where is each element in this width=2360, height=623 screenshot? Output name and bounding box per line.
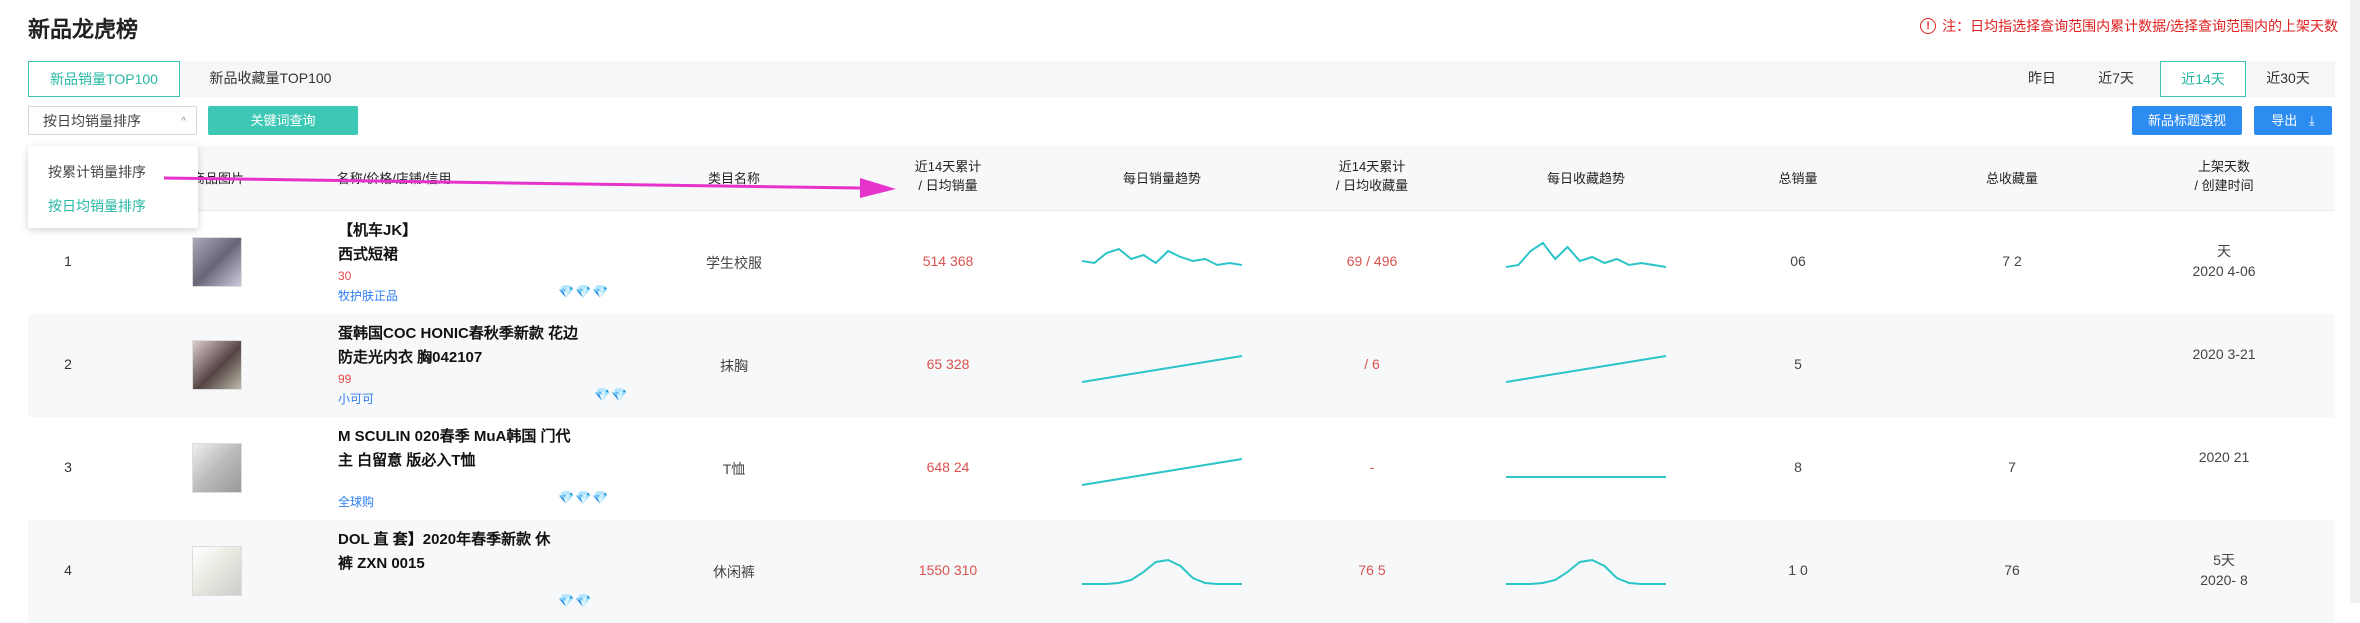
col-total-sales[interactable]: 总销量	[1778, 169, 1817, 188]
fav-value: 69 / 496	[1346, 253, 1398, 269]
credit-diamonds: 💎💎	[558, 593, 593, 608]
shop-link[interactable]: 小可可	[338, 390, 374, 407]
sales-value: 514 368	[922, 253, 974, 269]
product-price: 99	[338, 372, 352, 386]
category: 抹胸	[720, 358, 748, 374]
table-row[interactable]: 4 DOL 直 套】2020年春季新款 休裤 ZXN 0015 💎💎 休闲裤 1…	[28, 520, 2335, 623]
sparkline-path	[1506, 355, 1666, 383]
range-7d[interactable]: 近7天	[2091, 61, 2141, 95]
credit-diamonds: 💎💎💎	[558, 490, 610, 505]
sales-value: 648 24	[926, 459, 970, 475]
sparkline-path	[1506, 558, 1666, 585]
rank: 3	[64, 459, 72, 475]
shop-link[interactable]: 全球购	[338, 493, 374, 510]
annotation-arrow	[163, 176, 896, 198]
col-days-line2: / 创建时间	[2194, 178, 2254, 193]
fav-value: / 6	[1364, 356, 1380, 372]
total-sales: 5	[1794, 356, 1802, 372]
col-fav-line2: / 日均收藏量	[1335, 178, 1409, 193]
col-fav-trend: 每日收藏趋势	[1546, 171, 1626, 186]
total-sales: 06	[1790, 253, 1806, 269]
chevron-up-icon: ^	[181, 116, 186, 127]
sparkline-path	[1082, 355, 1242, 383]
fav-value: 76 5	[1358, 562, 1386, 578]
credit-diamonds: 💎💎💎	[558, 284, 610, 299]
sales-sparkline	[1082, 458, 1242, 486]
fav-value: -	[1369, 459, 1375, 475]
days-created: 2020 21	[2198, 449, 2250, 465]
sparkline-path	[1506, 241, 1666, 268]
product-name[interactable]: DOL 直 套】2020年春季新款 休裤 ZXN 0015	[338, 528, 550, 576]
category: T恤	[722, 461, 746, 477]
vertical-scrollbar[interactable]	[2350, 0, 2360, 603]
tab-fav-top100[interactable]: 新品收藏量TOP100	[198, 61, 343, 95]
product-image[interactable]	[192, 237, 242, 287]
category: 学生校服	[706, 255, 762, 271]
export-button[interactable]: 导出 ⤓	[2254, 106, 2332, 135]
total-fav: 7 2	[2002, 253, 2022, 269]
col-days-line1: 上架天数	[2197, 159, 2251, 174]
product-image[interactable]	[192, 546, 242, 596]
sales-sparkline	[1082, 355, 1242, 383]
credit-diamonds: 💎💎	[594, 387, 629, 402]
sparkline-path	[1082, 458, 1242, 486]
col-sales-line1: 近14天累计	[914, 159, 982, 174]
col-days[interactable]: 上架天数 / 创建时间	[2194, 157, 2253, 195]
table-row[interactable]: 1 【机车JK】 西式短裙 30 牧护肤正品 💎💎💎 学生校服 514 368 6…	[28, 211, 2335, 314]
total-fav: 76	[2004, 562, 2020, 578]
title-analysis-button[interactable]: 新品标题透视	[2132, 106, 2242, 135]
total-sales: 1 0	[1788, 562, 1808, 578]
col-sales-trend: 每日销量趋势	[1122, 171, 1202, 186]
sales-value: 65 328	[926, 356, 970, 372]
sparkline-path	[1082, 558, 1242, 585]
fav-sparkline	[1506, 558, 1666, 585]
dropdown-option-daily[interactable]: 按日均销量排序	[48, 196, 146, 216]
product-price: 30	[338, 269, 352, 283]
range-14d[interactable]: 近14天	[2160, 61, 2246, 97]
category: 休闲裤	[713, 564, 755, 580]
shop-link[interactable]: 牧护肤正品	[338, 287, 398, 304]
total-fav: 7	[2008, 459, 2016, 475]
tab-sales-top100[interactable]: 新品销量TOP100	[28, 61, 180, 97]
sort-select[interactable]: 按日均销量排序 ^	[28, 106, 197, 135]
page-title: 新品龙虎榜	[28, 17, 139, 42]
sales-value: 1550 310	[918, 562, 978, 578]
sales-sparkline	[1082, 558, 1242, 585]
sort-select-value: 按日均销量排序	[43, 113, 141, 129]
rank: 2	[64, 356, 72, 372]
total-sales: 8	[1794, 459, 1802, 475]
tab-bar: 新品销量TOP100 新品收藏量TOP100 昨日 近7天 近14天 近30天	[28, 61, 2335, 97]
product-image[interactable]	[192, 340, 242, 390]
table-row[interactable]: 2 蛋韩国COC HONIC春秋季新款 花边 防走光内衣 胸042107 99 小…	[28, 314, 2335, 417]
notice: ! 注：日均指选择查询范围内累计数据/选择查询范围内的上架天数	[1920, 16, 2338, 36]
alert-icon: !	[1920, 18, 1937, 34]
col-fav[interactable]: 近14天累计 / 日均收藏量	[1336, 157, 1408, 195]
table-row[interactable]: 3 M SCULIN 020春季 MuA韩国 门代主 白留意 版必入T恤 全球购…	[28, 417, 2335, 520]
export-label: 导出	[2271, 113, 2298, 128]
fav-sparkline	[1506, 355, 1666, 383]
rank: 4	[64, 562, 72, 578]
sales-sparkline	[1082, 247, 1242, 267]
range-30d[interactable]: 近30天	[2260, 61, 2316, 95]
product-name[interactable]: M SCULIN 020春季 MuA韩国 门代主 白留意 版必入T恤	[338, 425, 571, 473]
notice-text: 注：日均指选择查询范围内累计数据/选择查询范围内的上架天数	[1942, 18, 2338, 34]
sparkline-path	[1082, 247, 1242, 267]
keyword-query-button[interactable]: 关键词查询	[208, 106, 358, 135]
range-yesterday[interactable]: 昨日	[2022, 61, 2062, 95]
download-icon: ⤓	[2308, 113, 2315, 128]
rank: 1	[64, 253, 72, 269]
col-fav-line1: 近14天累计	[1338, 159, 1406, 174]
days-created: 2020 3-21	[2192, 346, 2256, 362]
product-name[interactable]: 【机车JK】 西式短裙	[338, 219, 417, 267]
days-created: 5天 2020- 8	[2200, 552, 2248, 588]
dropdown-option-cumulative[interactable]: 按累计销量排序	[48, 162, 146, 182]
days-created: 天 2020 4-06	[2192, 243, 2256, 279]
fav-sparkline	[1506, 476, 1666, 478]
col-total-fav[interactable]: 总收藏量	[1986, 169, 2038, 188]
product-image[interactable]	[192, 443, 242, 493]
col-sales-line2: / 日均销量	[918, 178, 978, 193]
col-sales[interactable]: 近14天累计 / 日均销量	[915, 157, 981, 195]
product-name[interactable]: 蛋韩国COC HONIC春秋季新款 花边 防走光内衣 胸042107	[338, 322, 578, 370]
fav-sparkline	[1506, 241, 1666, 268]
